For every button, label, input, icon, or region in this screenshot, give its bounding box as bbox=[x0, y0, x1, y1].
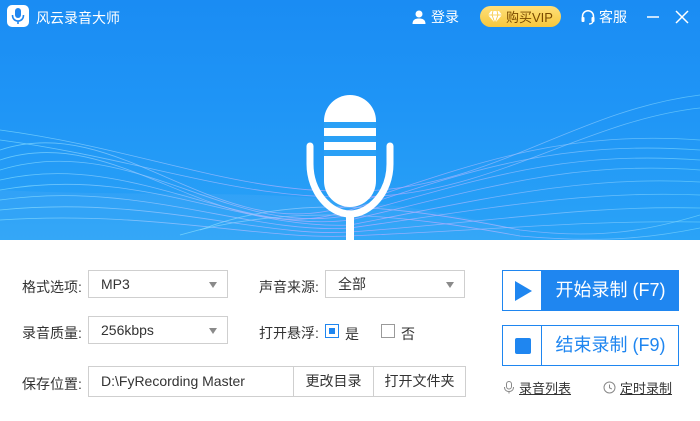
stop-icon-box bbox=[503, 326, 542, 365]
save-path-field[interactable]: D:\FyRecording Master bbox=[88, 366, 294, 397]
minimize-icon[interactable] bbox=[643, 7, 663, 27]
vip-label: 购买VIP bbox=[506, 10, 553, 25]
chevron-down-icon bbox=[209, 328, 217, 334]
start-recording-button[interactable]: 开始录制 (F7) bbox=[502, 270, 679, 311]
chevron-down-icon bbox=[209, 282, 217, 288]
diamond-icon bbox=[488, 10, 503, 23]
float-label: 打开悬浮: bbox=[259, 325, 319, 341]
format-value: MP3 bbox=[101, 276, 130, 292]
source-value: 全部 bbox=[338, 276, 366, 292]
source-select[interactable]: 全部 bbox=[325, 270, 465, 298]
recording-list-link[interactable]: 录音列表 bbox=[503, 378, 571, 397]
app-logo-icon bbox=[7, 5, 29, 27]
format-label: 格式选项: bbox=[22, 279, 82, 295]
buy-vip-button[interactable]: 购买VIP bbox=[480, 6, 561, 27]
start-recording-label: 开始录制 (F7) bbox=[555, 280, 666, 300]
customer-service-button[interactable]: 客服 bbox=[580, 7, 627, 27]
user-icon bbox=[412, 10, 426, 24]
stop-recording-label: 结束录制 (F9) bbox=[555, 335, 666, 355]
app-title: 风云录音大师 bbox=[36, 10, 120, 26]
float-yes-checkbox[interactable] bbox=[325, 324, 339, 338]
headset-icon bbox=[581, 10, 595, 25]
close-icon[interactable] bbox=[672, 7, 692, 27]
change-directory-button[interactable]: 更改目录 bbox=[294, 366, 374, 397]
chevron-down-icon bbox=[446, 282, 454, 288]
stop-icon bbox=[515, 338, 531, 354]
stop-recording-button[interactable]: 结束录制 (F9) bbox=[502, 325, 679, 366]
float-no-label: 否 bbox=[401, 326, 415, 342]
open-folder-button[interactable]: 打开文件夹 bbox=[374, 366, 466, 397]
login-button[interactable]: 登录 bbox=[411, 7, 459, 27]
scheduled-recording-label: 定时录制 bbox=[620, 381, 673, 396]
recording-list-label: 录音列表 bbox=[519, 381, 572, 396]
scheduled-recording-link[interactable]: 定时录制 bbox=[603, 378, 672, 397]
save-location-label: 保存位置: bbox=[22, 376, 82, 392]
source-label: 声音来源: bbox=[259, 279, 319, 295]
start-icon-box bbox=[503, 271, 542, 310]
float-no-checkbox[interactable] bbox=[381, 324, 395, 338]
quality-value: 256kbps bbox=[101, 322, 154, 338]
float-yes-label: 是 bbox=[345, 326, 359, 342]
microphone-icon bbox=[306, 95, 394, 240]
banner: 风云录音大师 登录 购买VIP 客服 bbox=[0, 0, 700, 240]
login-label: 登录 bbox=[431, 9, 459, 25]
format-select[interactable]: MP3 bbox=[88, 270, 228, 298]
mic-small-icon bbox=[504, 381, 514, 394]
play-icon bbox=[515, 281, 532, 301]
clock-icon bbox=[603, 381, 616, 394]
service-label: 客服 bbox=[599, 9, 627, 25]
quality-select[interactable]: 256kbps bbox=[88, 316, 228, 344]
title-bar: 风云录音大师 登录 购买VIP 客服 bbox=[0, 0, 700, 34]
quality-label: 录音质量: bbox=[22, 325, 82, 341]
